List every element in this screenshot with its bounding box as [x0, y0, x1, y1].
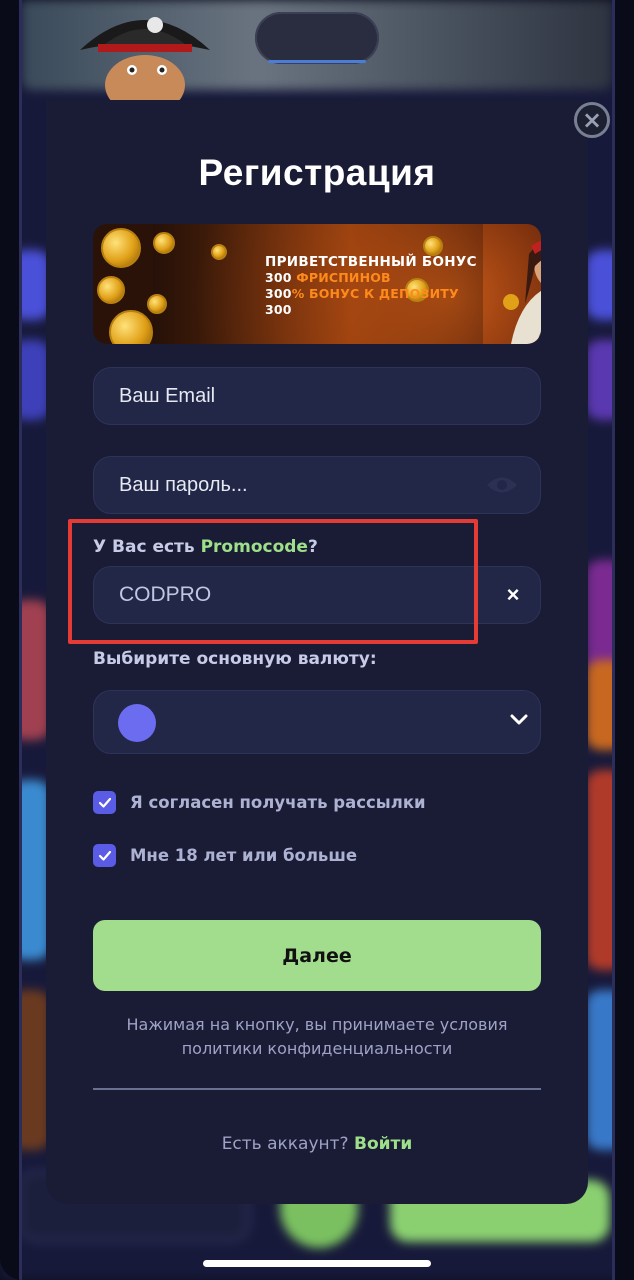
- checkbox-label: Мне 18 лет или больше: [130, 846, 358, 865]
- password-field[interactable]: Ваш пароль...: [93, 456, 541, 514]
- device-notch-indicator: [268, 60, 366, 63]
- privacy-policy-link[interactable]: политики конфиденциальности: [93, 1037, 541, 1061]
- coin-icon: [153, 232, 175, 254]
- coin-icon: [97, 276, 125, 304]
- login-prompt: Есть аккаунт?: [221, 1134, 354, 1154]
- currency-label: Выбирите основную валюту:: [93, 649, 377, 669]
- pirate-girl-image: [503, 240, 541, 344]
- email-field[interactable]: Ваш Email: [93, 367, 541, 425]
- close-icon[interactable]: ×: [503, 584, 523, 606]
- age-checkbox-row[interactable]: Мне 18 лет или больше: [93, 844, 357, 867]
- promocode-highlight-box: [68, 519, 478, 644]
- welcome-bonus-banner[interactable]: ПРИВЕТСТВЕННЫЙ БОНУС 300 ФРИСПИНОВ 300% …: [93, 224, 541, 344]
- currency-icon: [118, 704, 156, 742]
- checkbox-label: Я согласен получать рассылки: [130, 793, 426, 812]
- checkmark-icon: [98, 797, 111, 808]
- login-row: Есть аккаунт? Войти: [0, 1134, 634, 1154]
- chevron-down-icon: [510, 714, 528, 725]
- checkmark-icon: [98, 850, 111, 861]
- banner-freespins: 300 ФРИСПИНОВ: [265, 270, 391, 285]
- banner-deposit-bonus: 300% БОНУС К ДЕПОЗИТУ: [265, 286, 459, 301]
- checkbox-age[interactable]: [93, 844, 116, 867]
- banner-extra: 300: [265, 302, 292, 317]
- next-button[interactable]: Далее: [93, 920, 541, 991]
- coin-icon: [109, 310, 153, 344]
- login-link[interactable]: Войти: [354, 1134, 412, 1154]
- currency-select[interactable]: [93, 690, 541, 754]
- terms-line: Нажимая на кнопку, вы принимаете условия: [126, 1015, 508, 1034]
- eye-icon[interactable]: [486, 474, 518, 496]
- newsletter-checkbox-row[interactable]: Я согласен получать рассылки: [93, 791, 426, 814]
- coin-icon: [423, 236, 443, 256]
- home-indicator: [203, 1260, 431, 1267]
- coin-icon: [211, 244, 227, 260]
- terms-text: Нажимая на кнопку, вы принимаете условия…: [93, 1013, 541, 1061]
- close-icon[interactable]: ×: [574, 102, 610, 138]
- divider: [93, 1088, 541, 1090]
- device-notch: [255, 12, 379, 64]
- coin-icon: [147, 294, 167, 314]
- pirate-mascot-image: [80, 17, 210, 100]
- email-placeholder: Ваш Email: [119, 384, 216, 407]
- coin-icon: [101, 228, 141, 268]
- checkbox-newsletter[interactable]: [93, 791, 116, 814]
- password-placeholder: Ваш пароль...: [119, 473, 248, 496]
- banner-title: ПРИВЕТСТВЕННЫЙ БОНУС: [265, 254, 477, 270]
- page-title: Регистрация: [198, 152, 436, 193]
